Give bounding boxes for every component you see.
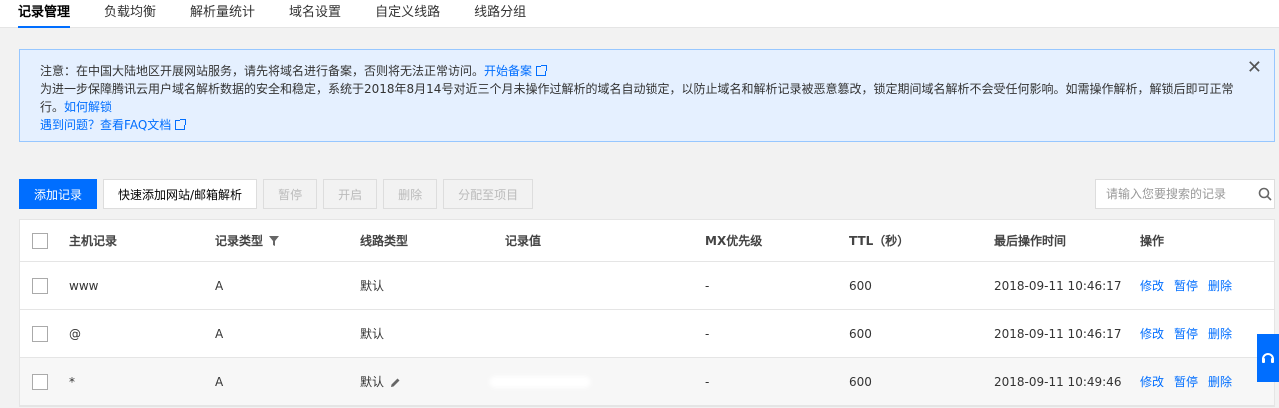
- row-checkbox[interactable]: [32, 277, 48, 294]
- pause-button[interactable]: 暂停: [263, 179, 318, 209]
- cell-line: 默认: [360, 279, 385, 293]
- delete-link[interactable]: 删除: [1208, 327, 1232, 341]
- external-link-icon: [536, 65, 548, 76]
- header-mx: MX优先级: [705, 234, 763, 248]
- delete-link[interactable]: 删除: [1208, 375, 1232, 389]
- tab-resolution-stats[interactable]: 解析量统计: [190, 1, 255, 27]
- cell-line: 默认: [360, 327, 385, 341]
- tab-record-management[interactable]: 记录管理: [18, 1, 71, 28]
- cell-mx: -: [705, 374, 710, 389]
- header-type-label: 记录类型: [215, 234, 264, 248]
- delete-button[interactable]: 删除: [383, 179, 438, 209]
- cell-host: @: [69, 326, 81, 341]
- table-row: www A 默认 - 600 2018-09-11 10:46:17 修改 暂停删…: [20, 262, 1274, 310]
- notice-banner: 注意：在中国大陆地区开展网站服务，请先将域名进行备案，否则将无法正常访问。开始备…: [19, 49, 1275, 142]
- quick-add-button[interactable]: 快速添加网站/邮箱解析: [103, 179, 258, 209]
- header-ttl: TTL（秒）: [849, 234, 910, 248]
- pause-link[interactable]: 暂停: [1174, 279, 1198, 293]
- cell-host: *: [69, 374, 75, 389]
- start-icp-link[interactable]: 开始备案: [484, 64, 532, 78]
- pause-link[interactable]: 暂停: [1174, 375, 1198, 389]
- toolbar: 添加记录 快速添加网站/邮箱解析 暂停 开启 删除 分配至项目: [19, 179, 534, 209]
- enable-button[interactable]: 开启: [323, 179, 378, 209]
- edit-link[interactable]: 修改: [1140, 327, 1164, 341]
- search-icon[interactable]: [1256, 180, 1274, 208]
- notice-line-2: 为进一步保障腾讯云用户域名解析数据的安全和稳定，系统于2018年8月14号对近三…: [40, 80, 1234, 98]
- notice-lock-text-end: 行。: [40, 100, 65, 114]
- cell-ttl: 600: [849, 278, 872, 293]
- notice-line-4: 遇到问题？查看FAQ文档: [40, 116, 1234, 134]
- search-box: [1095, 179, 1275, 209]
- top-tabs: 记录管理 负载均衡 解析量统计 域名设置 自定义线路 线路分组: [0, 0, 1279, 28]
- table-row: @ A 默认 - 600 2018-09-11 10:46:17 修改 暂停 删除: [20, 310, 1274, 358]
- table-row: * A 默认 - 600 2018-09-11 10:49:46 修改 暂停 删除: [20, 358, 1274, 406]
- edit-link[interactable]: 修改: [1140, 279, 1164, 293]
- pencil-icon[interactable]: [390, 377, 401, 391]
- problem-text: 遇到问题？: [40, 118, 101, 132]
- cell-ops: 修改 暂停 删除: [1140, 277, 1242, 294]
- header-value: 记录值: [505, 234, 542, 248]
- tab-domain-settings[interactable]: 域名设置: [289, 1, 341, 27]
- cell-type: A: [215, 278, 224, 293]
- filter-icon[interactable]: [269, 235, 280, 249]
- faq-link[interactable]: 查看FAQ文档: [100, 118, 171, 132]
- cell-line: 默认: [360, 373, 401, 391]
- tab-custom-lines[interactable]: 自定义线路: [375, 1, 440, 27]
- cell-ops: 修改 暂停 删除: [1140, 373, 1242, 390]
- cell-line-label: 默认: [360, 374, 385, 389]
- search-input[interactable]: [1096, 187, 1256, 201]
- cell-time: 2018-09-11 10:46:17: [994, 278, 1122, 293]
- edit-link[interactable]: 修改: [1140, 375, 1164, 389]
- notice-line-1: 注意：在中国大陆地区开展网站服务，请先将域名进行备案，否则将无法正常访问。开始备…: [40, 62, 1234, 80]
- delete-link[interactable]: 删除: [1208, 279, 1232, 293]
- cell-mx: -: [705, 278, 710, 293]
- header-line: 线路类型: [360, 234, 409, 248]
- cell-host: www: [69, 278, 99, 293]
- assign-project-button[interactable]: 分配至项目: [443, 179, 534, 209]
- pause-link[interactable]: 暂停: [1174, 327, 1198, 341]
- cell-ttl: 600: [849, 374, 872, 389]
- support-icon: [1262, 353, 1274, 363]
- notice-line-3: 行。如何解锁: [40, 98, 1234, 116]
- add-record-button[interactable]: 添加记录: [19, 179, 98, 209]
- cell-ops: 修改 暂停 删除: [1140, 325, 1242, 342]
- notice-lock-text: 为进一步保障腾讯云用户域名解析数据的安全和稳定，系统于2018年8月14号对近三…: [40, 82, 1234, 96]
- external-link-icon: [175, 119, 187, 130]
- tab-load-balance[interactable]: 负载均衡: [104, 1, 156, 27]
- cell-mx: -: [705, 326, 710, 341]
- tab-line-groups[interactable]: 线路分组: [474, 1, 526, 27]
- header-ops: 操作: [1140, 234, 1165, 248]
- header-host: 主机记录: [69, 234, 118, 248]
- support-widget[interactable]: [1257, 334, 1279, 382]
- how-to-unlock-link[interactable]: 如何解锁: [64, 100, 112, 114]
- cell-time: 2018-09-11 10:46:17: [994, 326, 1122, 341]
- close-icon[interactable]: ✕: [1247, 58, 1262, 78]
- select-all-checkbox[interactable]: [32, 232, 48, 249]
- row-checkbox[interactable]: [32, 325, 48, 342]
- header-time: 最后操作时间: [994, 234, 1067, 248]
- table-header: 主机记录 记录类型 线路类型 记录值 MX优先级 TTL（秒） 最后操作时间 操…: [20, 220, 1274, 262]
- cell-type: A: [215, 374, 224, 389]
- row-checkbox[interactable]: [32, 373, 48, 390]
- notice-icp-text: 注意：在中国大陆地区开展网站服务，请先将域名进行备案，否则将无法正常访问。: [40, 64, 485, 78]
- cell-ttl: 600: [849, 326, 872, 341]
- header-type: 记录类型: [215, 232, 280, 249]
- cell-type: A: [215, 326, 224, 341]
- cell-time: 2018-09-11 10:49:46: [994, 374, 1122, 389]
- redacted-value: [490, 376, 590, 387]
- records-table: 主机记录 记录类型 线路类型 记录值 MX优先级 TTL（秒） 最后操作时间 操…: [19, 219, 1275, 407]
